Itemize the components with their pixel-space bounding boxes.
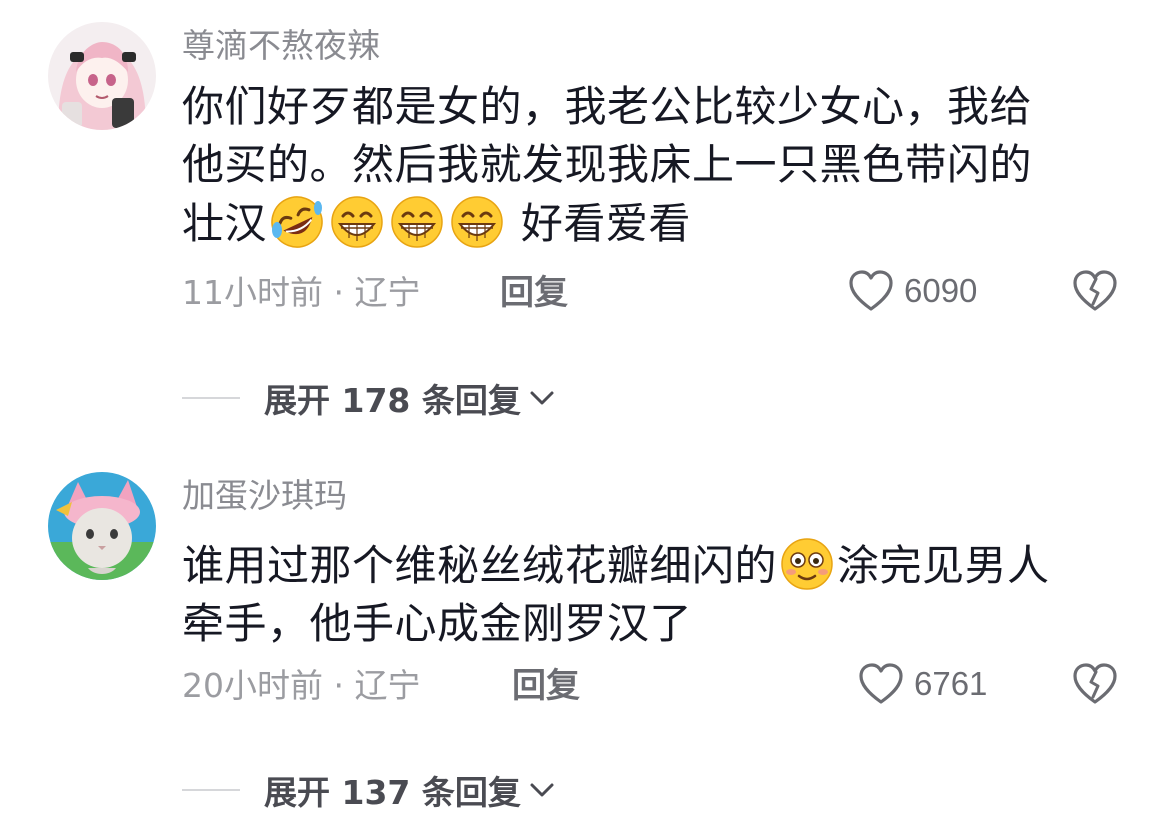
timestamp: 11小时前 (182, 273, 323, 312)
dislike-button[interactable] (1072, 270, 1118, 316)
comment-text-line: 你们好歹都是女的，我老公比较少女心，我给 (182, 82, 1033, 131)
chevron-down-icon (530, 783, 554, 797)
dislike-button[interactable] (1072, 663, 1118, 709)
comment-meta: 20小时前 · 辽宁 (182, 666, 421, 706)
expand-replies-label[interactable]: 展开 178 条回复 (264, 374, 521, 422)
flushed-emoji (781, 538, 833, 590)
avatar[interactable] (48, 472, 156, 580)
location: 辽宁 (354, 666, 421, 705)
grin-emoji (391, 196, 443, 248)
avatar[interactable] (48, 22, 156, 130)
grin-emoji (331, 196, 383, 248)
expand-replies-label[interactable]: 展开 137 条回复 (264, 766, 521, 814)
location: 辽宁 (354, 273, 421, 312)
comment-text-segment: 壮汉 (182, 199, 268, 248)
like-button[interactable]: 6761 (858, 663, 987, 705)
like-count: 6090 (904, 272, 978, 309)
anime-girl-avatar-image (48, 22, 156, 130)
username[interactable]: 加蛋沙琪玛 (182, 476, 347, 516)
comment-text-segment: 涂完见男人 (837, 541, 1050, 590)
username[interactable]: 尊滴不熬夜辣 (182, 26, 380, 66)
heart-icon (849, 270, 893, 311)
comment-text-line: 谁用过那个维秘丝绒花瓣细闪的 涂完见男人 (182, 536, 1112, 595)
grin-emoji (451, 196, 503, 248)
heart-icon (859, 663, 903, 704)
comment-text-segment: 谁用过那个维秘丝绒花瓣细闪的 (182, 541, 778, 590)
reply-button[interactable]: 回复 (512, 666, 580, 706)
comment-meta: 11小时前 · 辽宁 (182, 273, 421, 313)
meta-separator: · (333, 666, 345, 705)
comment-text: 你们好歹都是女的，我老公比较少女心，我给 他买的。然后我就发现我床上一只黑色带闪… (182, 78, 1112, 253)
timestamp: 20小时前 (182, 666, 323, 705)
broken-heart-icon (1073, 270, 1117, 311)
comment-text-line: 他买的。然后我就发现我床上一只黑色带闪的 (182, 140, 1033, 189)
divider (182, 789, 240, 791)
expand-replies[interactable]: 展开 137 条回复 (182, 766, 557, 814)
meta-separator: · (333, 273, 345, 312)
rofl-emoji (271, 196, 323, 248)
comment-text-line: 牵手，他手心成金刚罗汉了 (182, 599, 693, 648)
expand-replies[interactable]: 展开 178 条回复 (182, 374, 557, 422)
like-count: 6761 (914, 665, 988, 702)
broken-heart-icon (1073, 663, 1117, 704)
comment-text-segment: 好看爱看 (507, 199, 691, 248)
comment-item: 加蛋沙琪玛 谁用过那个维秘丝绒花瓣细闪的 涂完见男人 牵手，他手心成金刚罗汉了 … (0, 440, 1170, 825)
reply-button[interactable]: 回复 (500, 273, 568, 313)
chevron-down-icon (530, 391, 554, 405)
comment-item: 尊滴不熬夜辣 你们好歹都是女的，我老公比较少女心，我给 他买的。然后我就发现我床… (0, 0, 1170, 440)
cat-avatar-image (48, 472, 156, 580)
comment-text: 谁用过那个维秘丝绒花瓣细闪的 涂完见男人 牵手，他手心成金刚罗汉了 (182, 536, 1112, 653)
divider (182, 397, 240, 399)
like-button[interactable]: 6090 (848, 270, 977, 312)
comment-text-line: 壮汉 好看爱看 (182, 194, 1112, 253)
